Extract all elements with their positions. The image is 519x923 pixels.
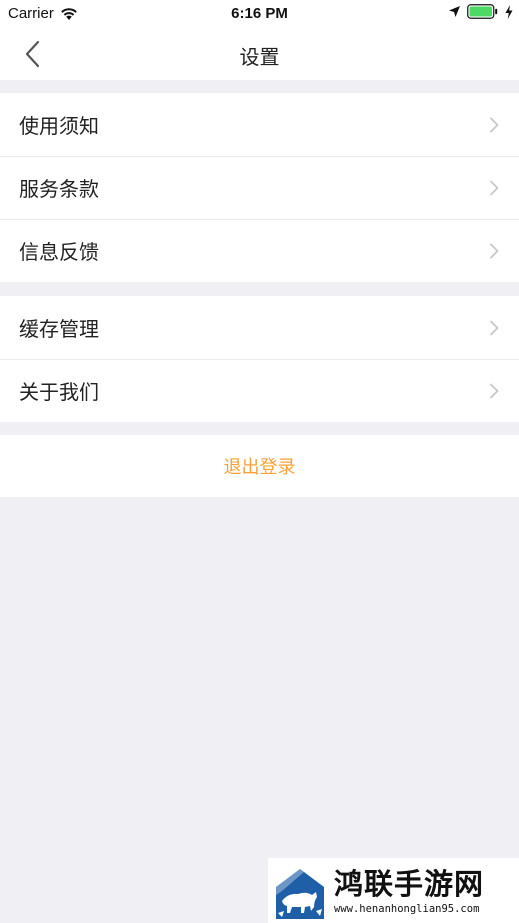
watermark-url: www.henanhonglian95.com (334, 902, 480, 915)
charging-bolt-icon (505, 4, 513, 19)
watermark-title: 鸿联手游网 (334, 866, 485, 901)
location-arrow-icon (449, 6, 460, 17)
watermark-text: 鸿联手游网 www.henanhonglian95.com (334, 867, 484, 915)
settings-group-info: 使用须知 服务条款 信息反馈 (0, 93, 519, 282)
row-label: 服务条款 (19, 177, 99, 201)
chevron-right-icon (490, 117, 499, 133)
settings-group-app: 缓存管理 关于我们 (0, 296, 519, 422)
row-label: 缓存管理 (19, 317, 99, 341)
row-label: 使用须知 (19, 114, 99, 138)
page-title: 设置 (239, 45, 280, 69)
settings-row-terms-of-service[interactable]: 服务条款 (0, 156, 519, 219)
row-label: 关于我们 (19, 380, 99, 404)
status-right-indicators (448, 4, 513, 19)
status-bar: Carrier 6:16 PM (0, 0, 519, 28)
settings-row-cache-management[interactable]: 缓存管理 (0, 296, 519, 359)
settings-row-feedback[interactable]: 信息反馈 (0, 219, 519, 282)
settings-row-usage-notice[interactable]: 使用须知 (0, 93, 519, 156)
row-label: 信息反馈 (19, 240, 99, 264)
bull-logo-icon (276, 864, 324, 919)
chevron-right-icon (490, 180, 499, 196)
navigation-bar: 设置 (0, 28, 519, 80)
chevron-right-icon (490, 243, 499, 259)
logout-button[interactable]: 退出登录 (0, 435, 519, 497)
chevron-right-icon (490, 320, 499, 336)
logout-label: 退出登录 (223, 457, 296, 478)
chevron-right-icon (490, 383, 499, 399)
site-watermark: 鸿联手游网 www.henanhonglian95.com (268, 858, 519, 923)
settings-row-about-us[interactable]: 关于我们 (0, 359, 519, 422)
battery-icon (467, 4, 498, 19)
status-time: 6:16 PM (231, 5, 288, 22)
